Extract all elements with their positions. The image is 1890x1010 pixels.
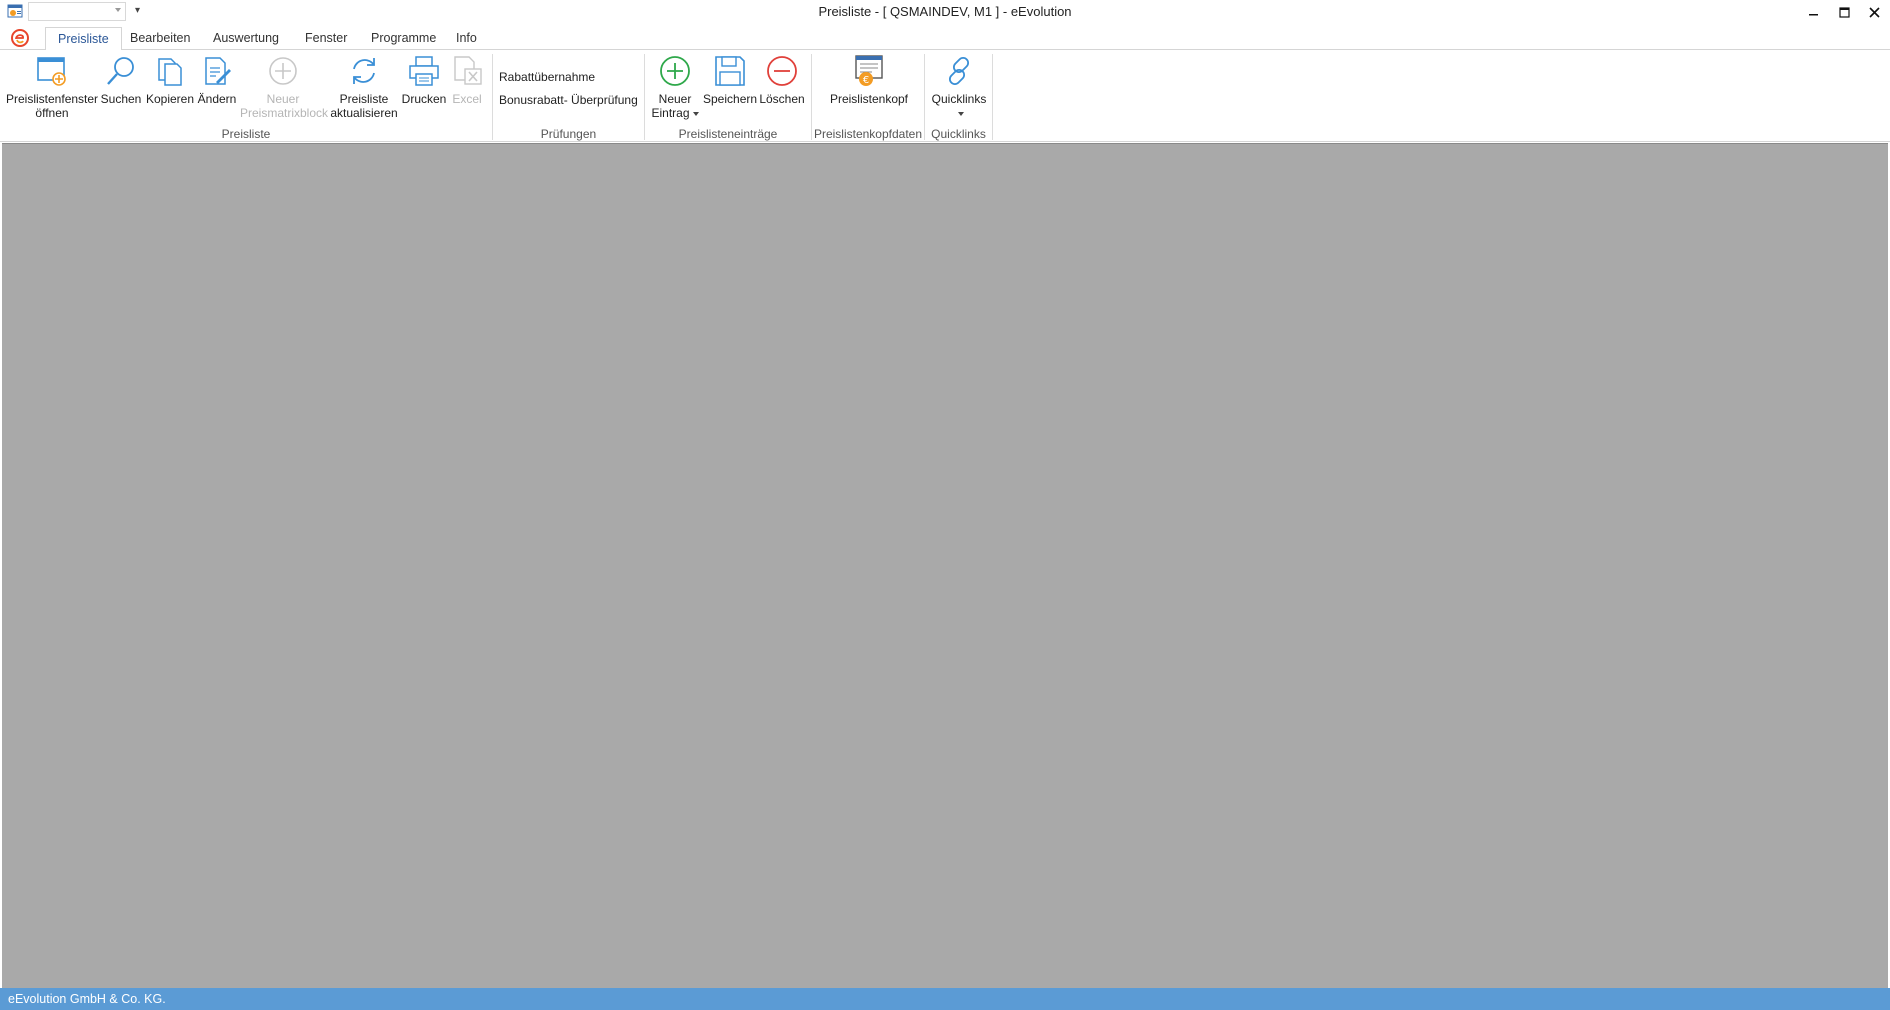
ribbon: Preislistenfenster öffnen Suchen Kopiere… — [0, 50, 1890, 142]
print-label: Drucken — [401, 92, 447, 106]
tab-auswertung[interactable]: Auswertung — [201, 27, 291, 51]
minimize-button[interactable] — [1800, 0, 1828, 24]
copy-icon — [158, 58, 182, 86]
quicklinks-label: Quicklinks — [931, 92, 987, 106]
backstage-menu-icon[interactable] — [10, 28, 30, 48]
excel-icon — [454, 56, 482, 85]
mdi-workspace — [2, 143, 1888, 988]
search-label: Suchen — [100, 92, 142, 106]
delete-label: Löschen — [759, 92, 805, 106]
rabatt-uebernahme-button[interactable]: Rabattübernahme — [499, 70, 595, 84]
maximize-button[interactable] — [1830, 0, 1858, 24]
edit-button[interactable]: Ändern — [196, 54, 238, 106]
search-icon — [107, 57, 134, 85]
quicklinks-button[interactable]: Quicklinks — [928, 54, 990, 120]
tab-info[interactable]: Info — [444, 27, 489, 51]
close-button[interactable] — [1860, 0, 1888, 24]
new-entry-label-2-text: Eintrag — [651, 106, 690, 120]
status-text: eEvolution GmbH & Co. KG. — [8, 992, 166, 1006]
delete-button[interactable]: Löschen — [758, 54, 806, 106]
refresh-label-1: Preisliste — [339, 92, 389, 106]
refresh-icon — [353, 58, 375, 84]
copy-label: Kopieren — [145, 92, 195, 106]
copy-button[interactable]: Kopieren — [145, 54, 195, 106]
save-label: Speichern — [703, 92, 758, 106]
open-window-label-1: Preislistenfenster — [6, 92, 99, 106]
quicklinks-dropdown — [928, 106, 990, 120]
tab-fenster[interactable]: Fenster — [293, 27, 359, 51]
bonusrabatt-check-button[interactable]: Bonusrabatt- Überprüfung — [499, 93, 638, 107]
add-circle-icon — [660, 56, 690, 86]
group-label-preisliste: Preisliste — [221, 127, 271, 141]
group-label-kopfdaten: Preislistenkopfdaten — [813, 127, 923, 141]
status-bar: eEvolution GmbH & Co. KG. — [0, 988, 1890, 1010]
tab-preisliste[interactable]: Preisliste — [45, 27, 122, 51]
minimize-icon — [1809, 14, 1818, 16]
window-title: Preisliste - [ QSMAINDEV, M1 ] - eEvolut… — [818, 4, 1072, 19]
save-button[interactable]: Speichern — [703, 54, 757, 106]
new-entry-label-2: Eintrag — [648, 106, 702, 120]
save-disk-icon — [715, 56, 745, 86]
open-window-label-2: öffnen — [35, 106, 69, 120]
print-button[interactable]: Drucken — [400, 54, 448, 106]
tab-programme[interactable]: Programme — [359, 27, 448, 51]
pricelist-header-button[interactable]: € Preislistenkopf — [820, 54, 918, 106]
refresh-label-2: aktualisieren — [330, 106, 398, 120]
excel-button[interactable]: Excel — [449, 54, 485, 106]
header-label: Preislistenkopf — [829, 92, 909, 106]
title-bar: ▾ Preisliste - [ QSMAINDEV, M1 ] - eEvol… — [0, 0, 1890, 24]
new-window-icon — [37, 57, 66, 86]
edit-label: Ändern — [197, 92, 237, 106]
group-label-eintraege: Preislisteneinträge — [678, 127, 778, 141]
group-label-quicklinks: Quicklinks — [931, 127, 986, 141]
close-icon — [1868, 6, 1880, 18]
add-circle-icon — [269, 57, 297, 85]
chevron-down-icon — [692, 111, 699, 116]
ribbon-tab-bar: Preisliste Bearbeiten Auswertung Fenster… — [0, 24, 1890, 51]
new-entry-label-1: Neuer — [658, 92, 692, 106]
new-price-matrix-button[interactable]: Neuer Preismatrixblock — [240, 54, 329, 120]
excel-label: Excel — [452, 92, 482, 106]
svg-text:€: € — [863, 75, 869, 86]
link-icon — [948, 56, 970, 86]
refresh-pricelist-button[interactable]: Preisliste aktualisieren — [330, 54, 398, 120]
group-separator — [992, 54, 993, 140]
search-button[interactable]: Suchen — [100, 54, 142, 106]
group-label-pruefungen: Prüfungen — [540, 127, 597, 141]
new-matrix-label-2: Preismatrixblock — [240, 106, 329, 120]
pricelist-header-icon: € — [855, 55, 883, 86]
new-matrix-label-1: Neuer — [266, 92, 300, 106]
edit-document-icon — [205, 57, 231, 85]
open-pricelist-window-button[interactable]: Preislistenfenster öffnen — [6, 54, 98, 120]
chevron-down-icon — [957, 111, 964, 116]
tab-bearbeiten[interactable]: Bearbeiten — [118, 27, 202, 51]
maximize-icon — [1838, 6, 1850, 18]
new-entry-button[interactable]: Neuer Eintrag — [648, 54, 702, 120]
app-window: ▾ Preisliste - [ QSMAINDEV, M1 ] - eEvol… — [0, 0, 1890, 1010]
remove-circle-icon — [767, 56, 797, 86]
printer-icon — [409, 56, 439, 86]
